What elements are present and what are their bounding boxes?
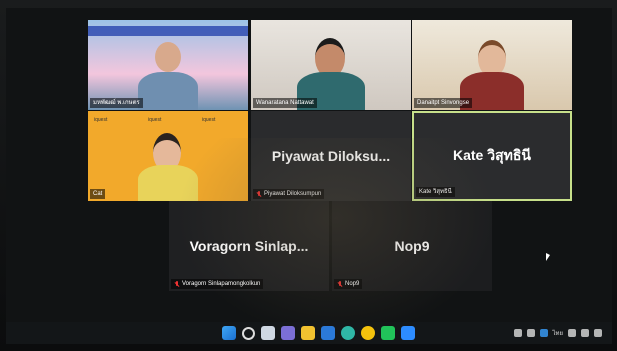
battery-icon[interactable]	[594, 329, 602, 337]
participant-name-tag: Kate วิสุทธินี	[416, 187, 455, 197]
participant-name-tag: มหพัฒฒ์ พ.เกษตร	[90, 98, 143, 108]
background-logo: iquest	[148, 117, 162, 123]
participant-video	[133, 42, 203, 110]
participant-name-tag: Cat	[90, 189, 106, 199]
participant-name-tag: Danaitpt Sinvongse	[414, 98, 473, 108]
chevron-up-icon[interactable]	[513, 329, 522, 337]
system-tray: ไทย	[513, 328, 602, 338]
file-explorer-icon[interactable]	[301, 326, 315, 340]
participant-tile[interactable]: Voragorn Sinlap... Voragorn Sinlapamongk…	[169, 201, 329, 291]
zoom-gallery-screen: มหพัฒฒ์ พ.เกษตร Wanaratana Nattawat Dana…	[6, 8, 612, 344]
language-indicator[interactable]: ไทย	[553, 328, 564, 338]
start-icon[interactable]	[222, 326, 236, 340]
participant-tile[interactable]: มหพัฒฒ์ พ.เกษตร	[88, 20, 248, 110]
chat-icon[interactable]	[281, 326, 295, 340]
edge-icon[interactable]	[341, 326, 355, 340]
line-icon[interactable]	[381, 326, 395, 340]
cloud-icon[interactable]	[526, 329, 535, 337]
mic-muted-icon	[256, 191, 262, 197]
participant-video	[133, 133, 203, 201]
mic-icon[interactable]	[539, 329, 548, 337]
search-icon[interactable]	[242, 327, 255, 340]
participant-display-name: Nop9	[394, 238, 430, 254]
participant-name-tag: Nop9	[334, 279, 363, 289]
zoom-icon[interactable]	[401, 326, 415, 340]
wifi-icon[interactable]	[568, 329, 576, 337]
participant-tile[interactable]: Wanaratana Nattawat	[251, 20, 411, 110]
participant-display-name: Piyawat Diloksu...	[271, 148, 391, 164]
participant-display-name: Kate วิสุทธินี	[453, 147, 531, 163]
participant-tile[interactable]: Danaitpt Sinvongse	[412, 20, 572, 110]
task-view-icon[interactable]	[261, 326, 275, 340]
participant-tile-active-speaker[interactable]: Kate วิสุทธินี Kate วิสุทธินี	[412, 111, 572, 201]
windows-taskbar: ไทย	[6, 322, 612, 344]
mouse-cursor-icon	[546, 253, 550, 261]
volume-icon[interactable]	[581, 329, 589, 337]
virtual-background-banner	[88, 26, 248, 36]
participant-name-tag: Piyawat Diloksumpun	[253, 189, 325, 199]
participant-tile[interactable]: iquest iquest iquest Cat	[88, 111, 248, 201]
mic-muted-icon	[337, 281, 343, 287]
participant-name-tag: Wanaratana Nattawat	[253, 98, 317, 108]
store-icon[interactable]	[321, 326, 335, 340]
mic-muted-icon	[174, 281, 180, 287]
background-logo: iquest	[94, 117, 108, 123]
participant-tile[interactable]: Piyawat Diloksu... Piyawat Diloksumpun	[251, 111, 411, 201]
chrome-icon[interactable]	[361, 326, 375, 340]
background-logo: iquest	[202, 117, 216, 123]
participant-tile[interactable]: Nop9 Nop9	[332, 201, 492, 291]
participant-name-tag: Voragorn Sinlapamongkolkun	[171, 279, 264, 289]
participant-display-name: Voragorn Sinlap...	[189, 238, 309, 254]
